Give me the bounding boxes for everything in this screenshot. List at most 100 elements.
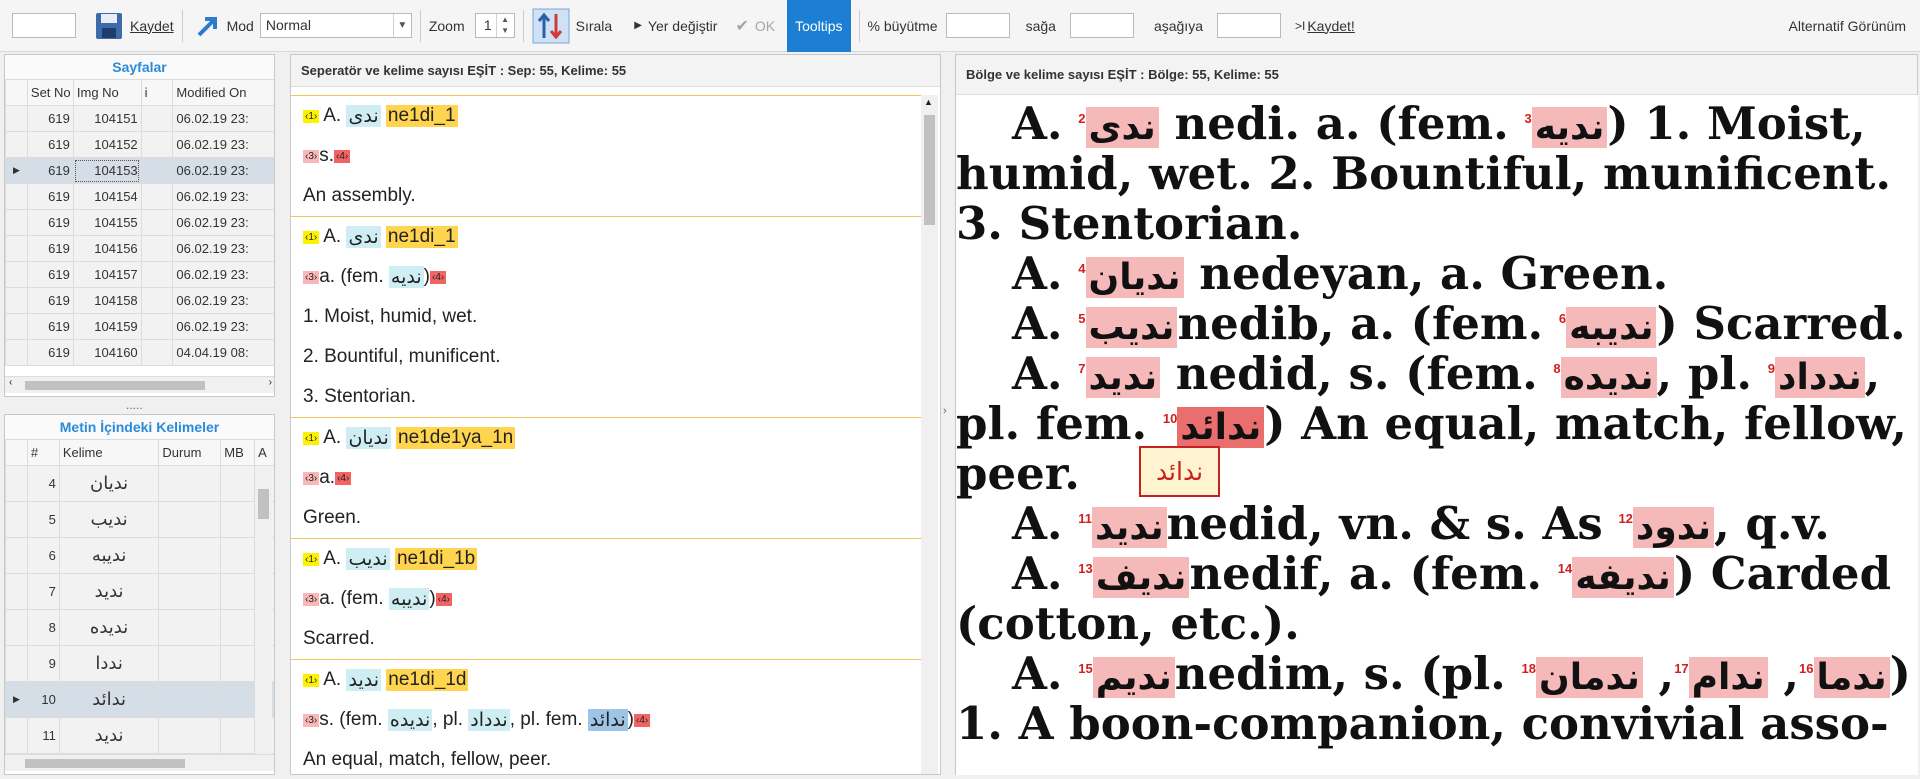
- scroll-left-icon[interactable]: ‹: [9, 377, 12, 388]
- words-vertical-scrollbar[interactable]: [255, 467, 272, 755]
- column-header-img-no[interactable]: Img No: [72, 79, 142, 106]
- apply-save-button[interactable]: >I Kaydet!: [1295, 18, 1355, 34]
- table-row[interactable]: ▶ 619 104153 06.02.19 23:: [5, 157, 274, 184]
- scan-region[interactable]: نديب: [1085, 307, 1178, 348]
- scroll-up-icon[interactable]: ▲: [924, 97, 933, 107]
- table-row[interactable]: 4 نديان: [5, 465, 274, 502]
- table-row[interactable]: 619 104155 06.02.19 23:: [5, 209, 274, 236]
- scan-region[interactable]: نديه: [1531, 107, 1608, 148]
- column-header-kelime[interactable]: Kelime: [58, 439, 160, 466]
- text-entry[interactable]: ‹1› A. نديد ne1di_1d ‹3› s. (fem. نديده, p…: [291, 659, 921, 774]
- scan-region-selected[interactable]: ندائد: [1177, 407, 1265, 448]
- scanned-page-image[interactable]: A. ندى2 nedi. a. (fem. نديه3) 1. Moist, …: [956, 95, 1918, 775]
- pages-horizontal-scrollbar[interactable]: ‹ ›: [5, 376, 274, 393]
- table-row[interactable]: 619 104151 06.02.19 23:: [5, 105, 274, 132]
- down-offset-input[interactable]: [1217, 13, 1281, 38]
- save-button[interactable]: Kaydet: [94, 11, 174, 41]
- row-indicator[interactable]: [5, 235, 28, 262]
- arabic-word[interactable]: نديه: [388, 266, 424, 288]
- row-indicator[interactable]: [5, 209, 28, 236]
- column-header-modified-on[interactable]: Modified On: [172, 79, 274, 106]
- page-number-input[interactable]: [12, 13, 76, 38]
- scan-region[interactable]: ندود: [1632, 507, 1715, 548]
- arabic-word[interactable]: نديبه: [388, 588, 430, 610]
- scan-region[interactable]: ندى: [1085, 107, 1159, 148]
- words-horizontal-scrollbar[interactable]: [5, 754, 274, 771]
- table-row[interactable]: 619 104158 06.02.19 23:: [5, 287, 274, 314]
- transliteration-token[interactable]: ne1di_1: [385, 226, 458, 248]
- arabic-word[interactable]: نديب: [346, 548, 390, 570]
- table-row[interactable]: 11 نديد: [5, 717, 274, 754]
- scan-region[interactable]: ندمان: [1535, 657, 1643, 698]
- text-entry[interactable]: ‹1› A. نديان ne1de1ya_1n ‹3› a. ‹4› Green.: [291, 417, 921, 538]
- row-indicator[interactable]: [5, 131, 28, 158]
- arabic-word-selected[interactable]: ندائد: [587, 709, 628, 731]
- table-row[interactable]: 6 نديبه: [5, 537, 274, 574]
- row-indicator[interactable]: [5, 717, 28, 754]
- table-row[interactable]: 619 104160 04.04.19 08:: [5, 339, 274, 366]
- scrollbar-thumb[interactable]: [258, 489, 269, 519]
- row-indicator[interactable]: [5, 339, 28, 366]
- arabic-word[interactable]: نديده: [387, 709, 433, 731]
- arabic-word[interactable]: ندى: [346, 105, 381, 127]
- mode-button[interactable]: Mod: [195, 13, 254, 39]
- transliteration-token[interactable]: ne1di_1d: [386, 669, 469, 691]
- row-indicator[interactable]: [5, 537, 28, 574]
- row-indicator[interactable]: [5, 261, 28, 288]
- row-indicator[interactable]: [5, 465, 28, 502]
- text-entry[interactable]: ‹1› A. نديب ne1di_1b ‹3› a. (fem. نديبه) ‹4…: [291, 538, 921, 659]
- sort-button[interactable]: Sırala: [532, 8, 612, 44]
- row-indicator[interactable]: [5, 609, 28, 646]
- table-row[interactable]: ▶ 10 ندائد: [5, 681, 274, 718]
- text-entries[interactable]: ‹1› A. ندى ne1di_1 ‹3› s. ‹4› An assembly. …: [291, 95, 921, 774]
- scrollbar-thumb[interactable]: [924, 115, 935, 225]
- row-indicator[interactable]: [5, 183, 28, 210]
- text-entry[interactable]: ‹1› A. ندى ne1di_1 ‹3› s. ‹4› An assembly.: [291, 95, 921, 216]
- text-vertical-scrollbar[interactable]: ▲: [921, 95, 938, 774]
- row-indicator[interactable]: [5, 573, 28, 610]
- column-header-mb[interactable]: MB: [220, 439, 256, 466]
- arabic-word[interactable]: ندى: [346, 226, 381, 248]
- collapse-arrow-icon[interactable]: ›: [943, 405, 947, 417]
- row-indicator[interactable]: ▶: [5, 157, 28, 184]
- panel-splitter[interactable]: .....: [126, 398, 143, 412]
- row-indicator[interactable]: ▶: [5, 681, 28, 718]
- mode-dropdown[interactable]: Normal ▼: [259, 13, 412, 38]
- column-header-number[interactable]: #: [26, 439, 60, 466]
- transliteration-token[interactable]: ne1di_1: [385, 105, 458, 127]
- row-indicator[interactable]: [5, 287, 28, 314]
- table-row[interactable]: 619 104156 06.02.19 23:: [5, 235, 274, 262]
- spin-arrows-icon[interactable]: ▲ ▼: [495, 14, 514, 37]
- scroll-right-icon[interactable]: ›: [269, 377, 272, 388]
- scan-region[interactable]: نديد: [1085, 357, 1161, 398]
- column-header-a[interactable]: A: [254, 439, 274, 466]
- scan-region[interactable]: نديده: [1560, 357, 1657, 398]
- scan-region[interactable]: نديان: [1085, 257, 1184, 298]
- table-row[interactable]: 8 نديده: [5, 609, 274, 646]
- arabic-word[interactable]: ندداد: [468, 709, 510, 731]
- alternative-view-button[interactable]: Alternatif Görünüm: [1789, 18, 1907, 34]
- row-indicator[interactable]: [5, 313, 28, 340]
- table-row[interactable]: 619 104152 06.02.19 23:: [5, 131, 274, 158]
- enlarge-input[interactable]: [945, 13, 1010, 38]
- table-row[interactable]: 619 104157 06.02.19 23:: [5, 261, 274, 288]
- table-row[interactable]: 619 104154 06.02.19 23:: [5, 183, 274, 210]
- column-header-i[interactable]: i: [140, 79, 174, 106]
- scan-region[interactable]: نديفه: [1572, 557, 1674, 598]
- table-row[interactable]: 5 نديب: [5, 501, 274, 538]
- table-row[interactable]: 7 نديد: [5, 573, 274, 610]
- arabic-word[interactable]: نديان: [346, 427, 391, 449]
- swap-button[interactable]: ▶ Yer değiştir: [634, 18, 717, 34]
- arabic-word[interactable]: نديد: [346, 669, 381, 691]
- row-indicator[interactable]: [5, 645, 28, 682]
- table-row[interactable]: 9 نددا: [5, 645, 274, 682]
- text-entry[interactable]: ‹1› A. ندى ne1di_1 ‹3› a. (fem. نديه) ‹4› 1…: [291, 216, 921, 417]
- table-row[interactable]: 619 104159 06.02.19 23:: [5, 313, 274, 340]
- scan-region[interactable]: نديم: [1092, 657, 1175, 698]
- scrollbar-thumb[interactable]: [25, 381, 205, 390]
- row-indicator[interactable]: [5, 501, 28, 538]
- column-header-durum[interactable]: Durum: [158, 439, 222, 466]
- transliteration-token[interactable]: ne1de1ya_1n: [396, 427, 516, 449]
- right-offset-input[interactable]: [1069, 13, 1134, 38]
- scan-region[interactable]: نديد: [1092, 507, 1167, 548]
